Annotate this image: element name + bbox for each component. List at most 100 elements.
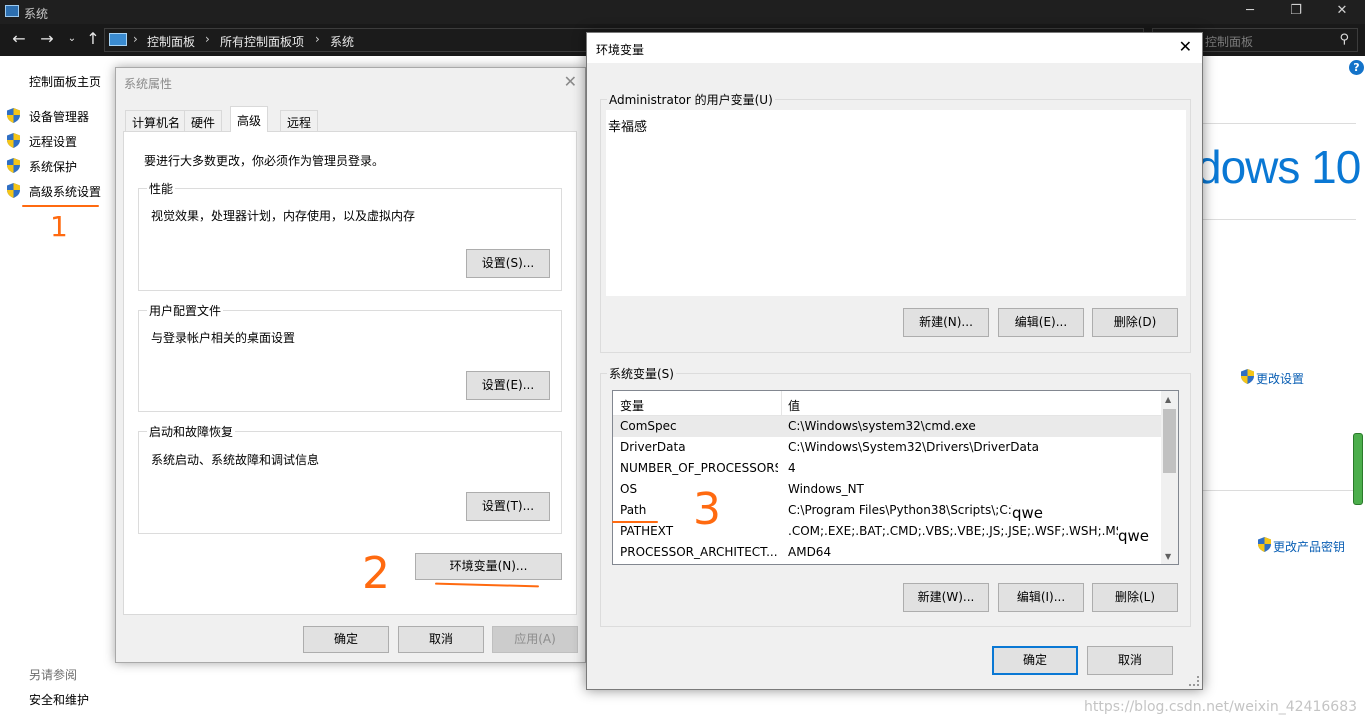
user-edit-button[interactable]: 编辑(E)...	[998, 308, 1084, 337]
column-header-value[interactable]: 值	[788, 397, 800, 414]
breadcrumb-item[interactable]: 所有控制面板项	[220, 33, 304, 50]
breadcrumb-separator-icon[interactable]: ›	[205, 32, 210, 46]
breadcrumb-item[interactable]: 控制面板	[147, 33, 195, 50]
back-arrow-icon[interactable]: ←	[10, 30, 28, 48]
scroll-up-icon[interactable]: ▲	[1165, 395, 1171, 404]
dialog-titlebar: 环境变量 ✕	[587, 33, 1202, 63]
tab-advanced[interactable]: 高级	[230, 106, 269, 132]
cancel-button[interactable]: 取消	[398, 626, 484, 653]
apply-button: 应用(A)	[492, 626, 578, 653]
var-name: DriverData	[620, 440, 686, 454]
system-edit-button[interactable]: 编辑(I)...	[998, 583, 1084, 612]
var-value: C:\Program Files\Python38\Scripts\;C:\I	[788, 503, 1012, 517]
help-icon[interactable]: ?	[1349, 60, 1364, 75]
tab-panel-advanced: 要进行大多数更改，你必须作为管理员登录。 性能 视觉效果，处理器计划，内存使用，…	[123, 131, 577, 615]
ok-button[interactable]: 确定	[992, 646, 1078, 675]
annotation-underline	[612, 521, 658, 523]
change-settings-link[interactable]: 更改设置	[1256, 370, 1304, 387]
overlay-text: qwe	[1118, 527, 1150, 545]
sidebar-item-device-manager[interactable]: 设备管理器	[29, 108, 89, 125]
table-row[interactable]: PROCESSOR_ARCHITECT... AMD64	[613, 542, 1161, 563]
shield-icon	[7, 183, 20, 198]
var-value: 4	[788, 461, 796, 475]
user-profiles-settings-button[interactable]: 设置(E)...	[466, 371, 550, 400]
scrollbar-thumb[interactable]	[1163, 409, 1176, 473]
user-profiles-group: 用户配置文件 与登录帐户相关的桌面设置 设置(E)...	[138, 302, 562, 412]
system-app-icon	[5, 5, 19, 17]
minimize-icon[interactable]: ─	[1240, 2, 1260, 20]
change-product-key-link[interactable]: 更改产品密钥	[1273, 538, 1345, 555]
user-variables-list[interactable]: 幸福感	[606, 110, 1186, 296]
vertical-scrollbar[interactable]: ▲ ▼	[1161, 391, 1178, 564]
system-variables-label: 系统变量(S)	[607, 365, 676, 382]
annotation-step-3: 3	[693, 484, 721, 535]
breadcrumb-item[interactable]: 系统	[330, 33, 354, 50]
var-value: Windows_NT	[788, 482, 864, 496]
control-panel-icon	[109, 33, 127, 46]
system-delete-button[interactable]: 删除(L)	[1092, 583, 1178, 612]
tab-remote[interactable]: 远程	[280, 110, 319, 131]
column-divider[interactable]	[781, 391, 782, 416]
sidebar-item-system-protection[interactable]: 系统保护	[29, 158, 77, 175]
system-variables-list[interactable]: 变量 值 ComSpec C:\Windows\system32\cmd.exe…	[612, 390, 1179, 565]
search-placeholder: 控制面板	[1205, 35, 1254, 49]
column-header-variable[interactable]: 变量	[620, 397, 644, 414]
breadcrumb-separator-icon[interactable]: ›	[133, 32, 138, 46]
admin-note: 要进行大多数更改，你必须作为管理员登录。	[144, 154, 385, 168]
shield-icon	[7, 108, 20, 123]
ok-button[interactable]: 确定	[303, 626, 389, 653]
see-also-security-maintenance-link[interactable]: 安全和维护	[29, 691, 89, 708]
user-new-button[interactable]: 新建(N)...	[903, 308, 989, 337]
watermark-text: https://blog.csdn.net/weixin_42416683	[1084, 699, 1358, 715]
user-delete-button[interactable]: 删除(D)	[1092, 308, 1178, 337]
search-icon[interactable]: ⚲	[1339, 32, 1349, 47]
sidebar-item-remote-settings[interactable]: 远程设置	[29, 133, 77, 150]
divider	[1200, 490, 1356, 491]
shield-icon	[1258, 537, 1271, 552]
close-icon[interactable]: ✕	[1332, 2, 1352, 20]
divider	[1200, 123, 1356, 124]
divider	[1200, 219, 1356, 220]
up-arrow-icon[interactable]: ↑	[84, 30, 102, 48]
tab-hardware[interactable]: 硬件	[184, 110, 223, 131]
dialog-title: 环境变量	[596, 43, 645, 57]
recent-locations-chevron-icon[interactable]: ⌄	[63, 30, 81, 48]
windows-brand-logo: dows 10	[1196, 141, 1361, 193]
table-row[interactable]: NUMBER_OF_PROCESSORS 4	[613, 458, 1161, 479]
tab-computer-name[interactable]: 计算机名	[125, 110, 188, 131]
system-new-button[interactable]: 新建(W)...	[903, 583, 989, 612]
group-label: 用户配置文件	[147, 302, 224, 319]
see-also-heading: 另请参阅	[29, 668, 78, 682]
annotation-underline	[22, 205, 99, 207]
scrollbar-thumb[interactable]	[1353, 433, 1363, 505]
scroll-down-icon[interactable]: ▼	[1165, 552, 1171, 561]
group-description: 与登录帐户相关的桌面设置	[151, 331, 296, 345]
window-titlebar: 系统 ─ ❐ ✕	[0, 0, 1365, 24]
cancel-button[interactable]: 取消	[1087, 646, 1173, 675]
overlay-text: qwe	[1012, 504, 1044, 522]
close-icon[interactable]: ✕	[1179, 37, 1192, 56]
table-row[interactable]: ComSpec C:\Windows\system32\cmd.exe	[613, 416, 1161, 437]
var-name: NUMBER_OF_PROCESSORS	[620, 461, 778, 475]
breadcrumb-separator-icon[interactable]: ›	[315, 32, 320, 46]
list-item[interactable]: 幸福感	[608, 116, 647, 135]
startup-recovery-settings-button[interactable]: 设置(T)...	[466, 492, 550, 521]
sidebar-home-link[interactable]: 控制面板主页	[29, 73, 101, 90]
dialog-title: 系统属性	[124, 77, 173, 91]
shield-icon	[7, 133, 20, 148]
performance-settings-button[interactable]: 设置(S)...	[466, 249, 550, 278]
environment-variables-button[interactable]: 环境变量(N)...	[415, 553, 562, 580]
var-name: PROCESSOR_ARCHITECT...	[620, 545, 778, 559]
var-name: ComSpec	[620, 419, 677, 433]
group-label: 性能	[147, 180, 176, 197]
group-label: 启动和故障恢复	[147, 423, 236, 440]
table-row[interactable]: DriverData C:\Windows\System32\Drivers\D…	[613, 437, 1161, 458]
resize-grip-icon[interactable]	[1189, 676, 1199, 686]
close-icon[interactable]: ✕	[564, 72, 577, 91]
annotation-step-2: 2	[362, 548, 390, 599]
shield-icon	[1241, 369, 1254, 384]
group-description: 系统启动、系统故障和调试信息	[151, 453, 320, 467]
forward-arrow-icon[interactable]: →	[38, 30, 56, 48]
sidebar-item-advanced-system-settings[interactable]: 高级系统设置	[29, 183, 101, 200]
restore-icon[interactable]: ❐	[1286, 2, 1306, 20]
